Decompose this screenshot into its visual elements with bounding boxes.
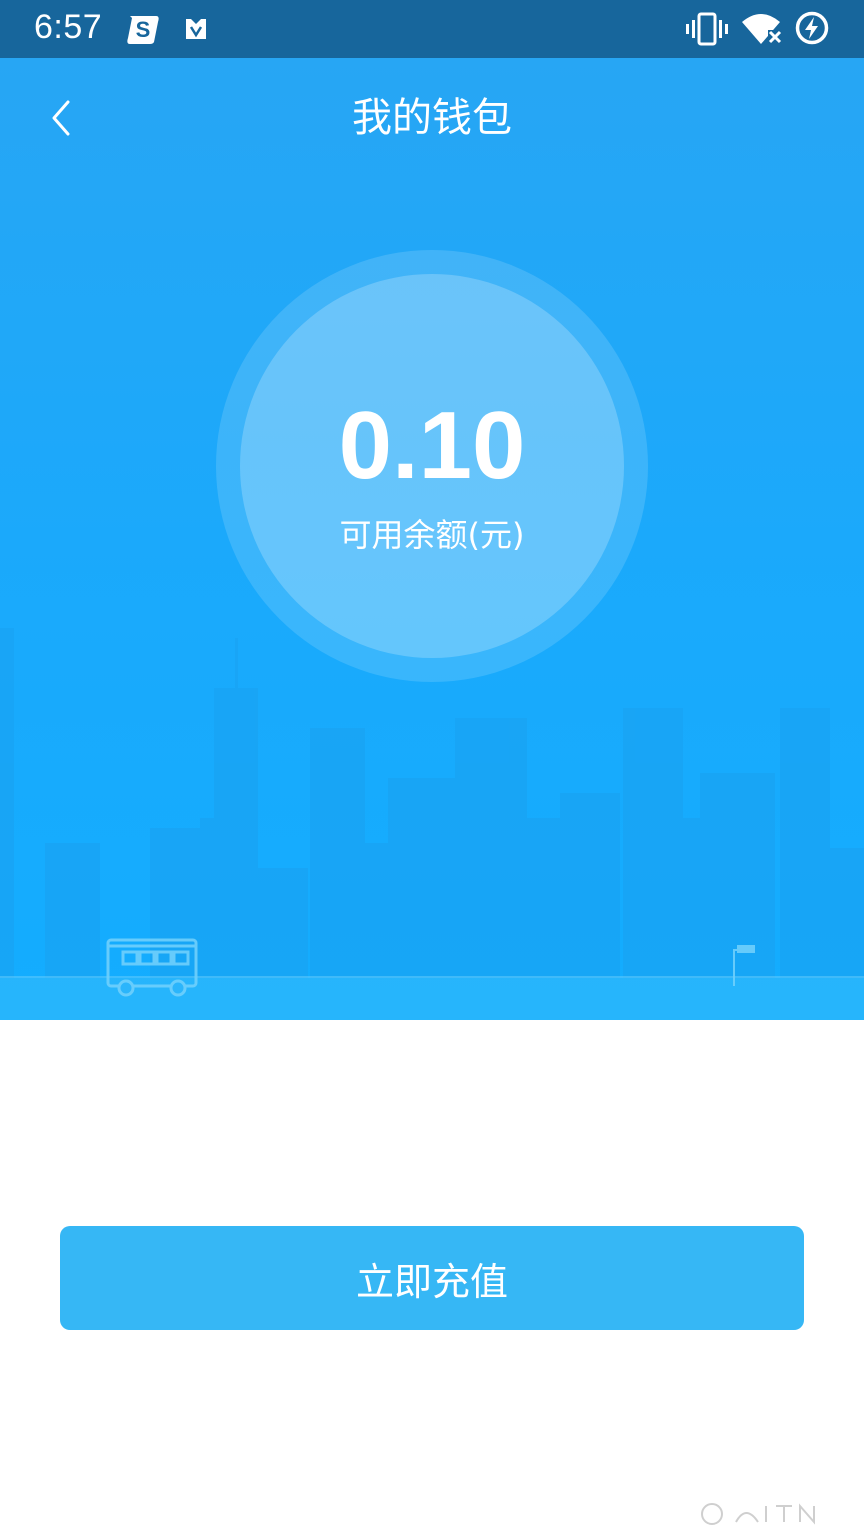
status-bar: 6:57 S xyxy=(0,0,864,58)
balance-label: 可用余额(元) xyxy=(339,516,525,554)
status-time: 6:57 xyxy=(34,8,103,46)
huawei-icon xyxy=(186,19,206,39)
sogou-icon: S xyxy=(127,16,159,44)
balance-amount: 0.10 xyxy=(338,392,526,499)
vibrate-icon xyxy=(686,12,728,46)
nav-bar: 我的钱包 xyxy=(0,58,864,178)
recharge-button[interactable]: 立即充值 xyxy=(60,1226,804,1330)
wallet-header: 我的钱包 0.10 可用余额(元) xyxy=(0,58,864,1020)
page-title: 我的钱包 xyxy=(352,95,512,141)
watermark-logo xyxy=(701,1503,815,1525)
svg-text:S: S xyxy=(136,17,151,42)
battery-charging-icon xyxy=(795,11,829,45)
wifi-off-icon xyxy=(742,14,782,44)
